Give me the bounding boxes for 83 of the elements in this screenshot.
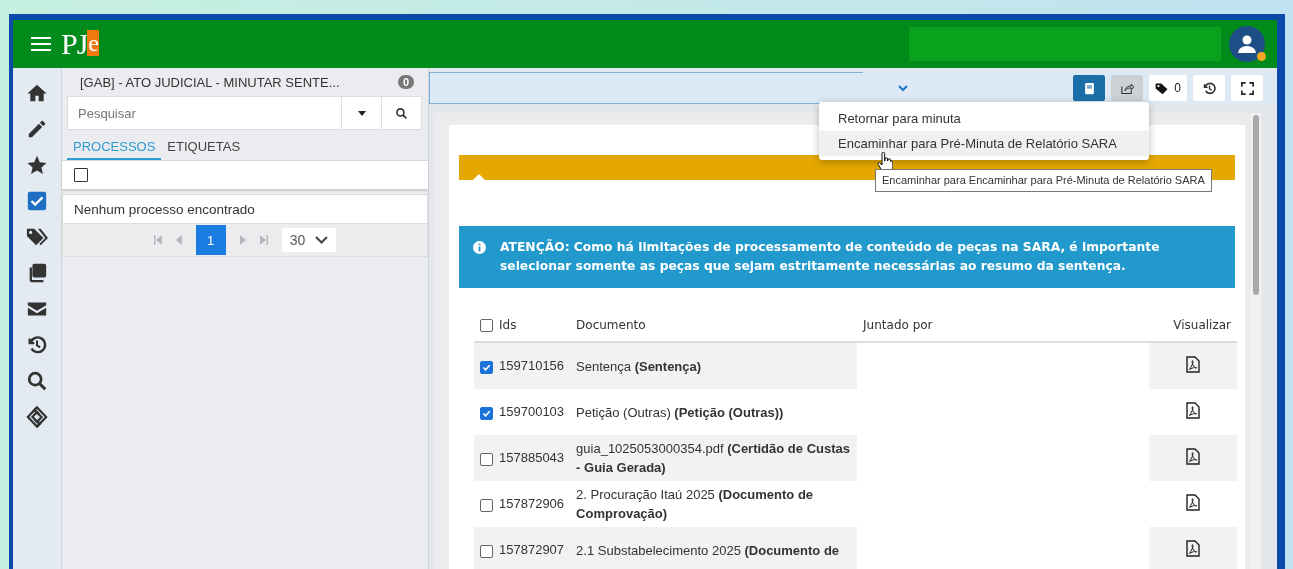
row-checkbox[interactable] <box>480 452 493 466</box>
star-icon <box>26 154 48 176</box>
tags-icon <box>26 226 48 248</box>
column-header: Juntado por <box>863 318 933 332</box>
pdf-icon <box>1186 540 1201 557</box>
document-id: 157872907 <box>499 542 565 558</box>
row-checkbox[interactable] <box>480 360 493 374</box>
select-all-checkbox[interactable] <box>480 319 493 332</box>
user-avatar[interactable] <box>1229 26 1265 62</box>
menu-button[interactable] <box>31 36 51 52</box>
document-name: 2.1 Substabelecimento 2025 (Documento de <box>576 542 840 558</box>
row-checkbox[interactable] <box>480 544 493 558</box>
last-page-icon <box>259 235 268 245</box>
status-dot <box>1257 52 1266 61</box>
row-checkbox[interactable] <box>480 498 493 512</box>
row-checkbox[interactable] <box>480 406 493 420</box>
forward-button[interactable] <box>1111 75 1144 101</box>
pje-logo[interactable]: PJe <box>61 27 99 61</box>
checkbox-icon <box>26 190 48 212</box>
history-button[interactable] <box>26 334 48 356</box>
person-icon <box>1237 34 1257 54</box>
tags-button[interactable] <box>26 226 48 248</box>
pdf-icon <box>1186 402 1201 419</box>
history-button[interactable] <box>1193 75 1225 101</box>
diamond-link-button[interactable] <box>26 406 48 428</box>
info-icon <box>473 241 486 254</box>
document-id: 159700103 <box>499 404 565 420</box>
page-button[interactable]: 1 <box>195 225 226 255</box>
pencil-button[interactable] <box>26 118 48 140</box>
column-header: Visualizar <box>1173 318 1231 332</box>
search-icon <box>395 106 408 120</box>
search-button[interactable] <box>26 370 48 392</box>
menu-icon <box>31 36 51 52</box>
pdf-icon <box>1186 448 1201 465</box>
search-icon <box>26 370 48 392</box>
tags-button[interactable]: 0 <box>1149 75 1187 101</box>
document-id: 157872906 <box>499 496 565 512</box>
expand-icon <box>1239 80 1255 96</box>
checkbox-button[interactable] <box>26 190 48 212</box>
select-all-checkbox[interactable] <box>74 168 88 182</box>
alert-text: ATENÇÃO: Como há limitações de processamento de conteúdo de peças na SARA, é importante selecionar somente as peças que sejam estritamente necessárias ao resumo da sentença. <box>500 238 1161 275</box>
document-id: 159710156 <box>499 358 565 374</box>
previous-icon <box>175 235 182 245</box>
menu-item[interactable]: Encaminhar para Pré-Minuta de Relatório SARA <box>819 131 1149 156</box>
document-name: 2. Procuração Itaú 2025 (Documento de Comprovação) <box>576 487 814 521</box>
diamond-link-icon <box>26 406 48 428</box>
star-button[interactable] <box>26 154 48 176</box>
pdf-view-button[interactable] <box>1186 402 1201 419</box>
pencil-icon <box>26 118 48 140</box>
history-icon <box>26 334 48 356</box>
pdf-view-button[interactable] <box>1186 540 1201 557</box>
pdf-view-button[interactable] <box>1186 356 1201 373</box>
pdf-icon <box>1186 356 1201 373</box>
task-select-field[interactable] <box>429 72 863 104</box>
pdf-view-button[interactable] <box>1186 448 1201 465</box>
tab[interactable]: ETIQUETAS <box>161 136 247 160</box>
fullscreen-button[interactable] <box>1231 75 1263 101</box>
scrollbar[interactable] <box>1251 113 1261 569</box>
next-icon <box>239 235 246 245</box>
pdf-icon <box>1186 494 1201 511</box>
chevron-icon <box>315 236 329 244</box>
pdf-view-button[interactable] <box>1186 494 1201 511</box>
search-field[interactable]: Pesquisar <box>67 96 422 130</box>
page-size-select[interactable]: 30 <box>281 228 337 252</box>
column-header: Documento <box>576 318 646 332</box>
document-name: Petição (Outras) (Petição (Outras)) <box>576 404 784 420</box>
tooltip: Encaminhar para Encaminhar para Pré-Minuta de Relatório SARA <box>875 169 1212 192</box>
task-title: [GAB] - ATO JUDICIAL - MINUTAR SENTE... <box>80 74 340 90</box>
menu-item[interactable]: Retornar para minuta <box>819 106 1149 131</box>
document-id: 157885043 <box>499 450 565 466</box>
first-page-icon <box>153 235 162 245</box>
caret-icon <box>357 110 366 116</box>
column-header: Ids <box>499 318 517 332</box>
document-name: guia_1025053000354.pdf (Certidão de Custas - Guia Gerada) <box>576 441 850 475</box>
chevron-icon <box>898 84 908 92</box>
empty-message: Nenhum processo encontrado <box>62 194 428 224</box>
warning-icon <box>473 174 485 180</box>
document-button[interactable] <box>1073 75 1106 101</box>
home-icon <box>26 82 48 104</box>
document-name: Sentença (Sentença) <box>576 358 702 374</box>
history-icon <box>1201 80 1217 96</box>
home-button[interactable] <box>26 82 48 104</box>
count-badge: 0 <box>397 75 414 89</box>
